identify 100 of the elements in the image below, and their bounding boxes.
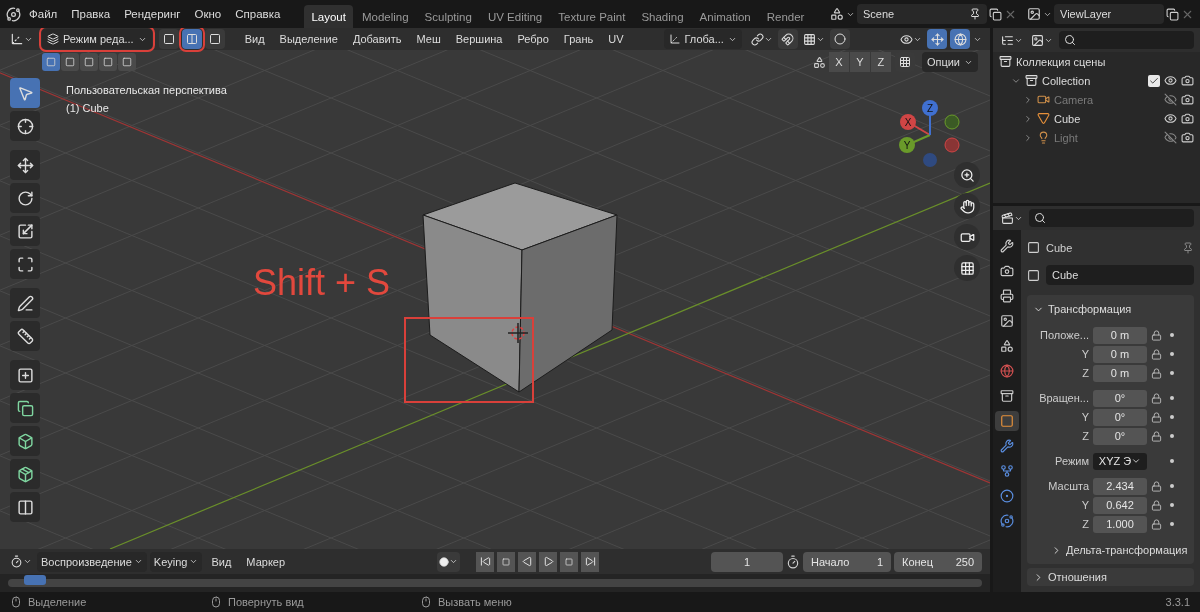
- tool-button[interactable]: [10, 111, 40, 141]
- jump-end-button[interactable]: [581, 551, 600, 572]
- camera-icon[interactable]: [1181, 93, 1194, 106]
- keyframe-dot[interactable]: [1170, 522, 1174, 526]
- select-operation-button[interactable]: [61, 53, 79, 71]
- workspace-tab[interactable]: Modeling: [354, 5, 416, 28]
- tool-button[interactable]: [10, 288, 40, 318]
- rotation-mode-dropdown[interactable]: XYZ Э: [1093, 452, 1147, 470]
- tool-button[interactable]: [10, 393, 40, 423]
- tool-button[interactable]: [10, 150, 40, 180]
- number-field[interactable]: 0°: [1093, 408, 1147, 426]
- shapes-icon[interactable]: [830, 7, 844, 21]
- number-field[interactable]: 2.434: [1093, 477, 1147, 495]
- shapes-icon[interactable]: [812, 55, 826, 69]
- workspace-tab[interactable]: Layout: [304, 5, 353, 28]
- playback-dropdown[interactable]: Воспроизведение: [37, 551, 147, 572]
- workspace-tab[interactable]: Animation: [692, 5, 758, 28]
- panel-header[interactable]: Отношения: [1027, 568, 1194, 586]
- header-menu-item[interactable]: Вид: [205, 553, 238, 570]
- lock-icon[interactable]: [1151, 348, 1162, 360]
- gizmo-button[interactable]: [927, 29, 947, 49]
- number-field[interactable]: 1.000: [1093, 515, 1147, 533]
- menu-item[interactable]: Окно: [188, 5, 228, 23]
- outliner-item[interactable]: Camera: [1054, 93, 1160, 106]
- scene-field[interactable]: Scene: [857, 4, 987, 24]
- camera-icon[interactable]: [1181, 131, 1194, 144]
- pin-icon[interactable]: [969, 8, 981, 20]
- snap-button[interactable]: [777, 29, 798, 49]
- menu-item[interactable]: Рендеринг: [118, 5, 187, 23]
- orientation-dropdown[interactable]: Глоба...: [663, 29, 742, 49]
- mode-dropdown[interactable]: Режим реда...: [42, 29, 152, 49]
- stopwatch-icon[interactable]: [786, 554, 800, 569]
- zoom-button[interactable]: [954, 162, 980, 188]
- overlays-button[interactable]: [950, 29, 970, 49]
- logo-icon[interactable]: [6, 6, 21, 22]
- tool-button[interactable]: [10, 360, 40, 390]
- tool-button[interactable]: [10, 183, 40, 213]
- select-mode-button[interactable]: [181, 29, 202, 49]
- outliner-item[interactable]: Cube: [1054, 112, 1160, 125]
- lock-icon[interactable]: [1151, 518, 1162, 530]
- lock-icon[interactable]: [1151, 329, 1162, 341]
- menu-item[interactable]: Файл: [23, 5, 64, 23]
- number-field[interactable]: 0.642: [1093, 496, 1147, 514]
- workspace-tab[interactable]: Shading: [634, 5, 691, 28]
- search-field[interactable]: [1029, 209, 1194, 227]
- keyframe-dot[interactable]: [1170, 484, 1174, 488]
- eye-icon[interactable]: [1164, 74, 1177, 87]
- playhead-marker[interactable]: [24, 575, 46, 585]
- outliner-item[interactable]: Light: [1054, 131, 1160, 144]
- keying-dropdown[interactable]: Keying: [149, 551, 203, 572]
- tool-button[interactable]: [10, 492, 40, 522]
- select-mode-button[interactable]: [158, 29, 179, 49]
- outliner-item[interactable]: Collection: [1042, 74, 1144, 87]
- record-button[interactable]: [437, 551, 461, 572]
- workspace-tab[interactable]: UV Editing: [480, 5, 550, 28]
- header-menu-item[interactable]: Меш: [410, 31, 447, 47]
- search-field[interactable]: [1059, 31, 1194, 49]
- header-menu-item[interactable]: UV: [602, 31, 630, 47]
- header-menu-item[interactable]: Вершина: [449, 31, 509, 47]
- prev-keyframe-button[interactable]: [497, 551, 516, 572]
- copy-icon[interactable]: [1166, 7, 1179, 21]
- collapsed-arrow-icon[interactable]: [1023, 94, 1033, 105]
- end-frame-field[interactable]: Конец 250: [894, 551, 982, 572]
- mirror-axis-toggle[interactable]: Y: [849, 52, 870, 72]
- collapsed-arrow-icon[interactable]: [1023, 132, 1033, 143]
- keyframe-dot[interactable]: [1170, 415, 1174, 419]
- panel-header[interactable]: Трансформация: [1033, 299, 1188, 319]
- grid-button[interactable]: [954, 255, 980, 281]
- navigation-gizmo-drawing[interactable]: X Y Z: [899, 100, 960, 167]
- play-reverse-button[interactable]: [518, 551, 537, 572]
- eye-off-icon[interactable]: [1164, 131, 1177, 144]
- lock-icon[interactable]: [1151, 430, 1162, 442]
- workspace-tab[interactable]: Render: [759, 5, 812, 28]
- keyframe-dot[interactable]: [1170, 459, 1174, 463]
- keyframe-dot[interactable]: [1170, 396, 1174, 400]
- keyframe-dot[interactable]: [1170, 352, 1174, 356]
- workspace-tab[interactable]: Texture Paint: [551, 5, 633, 28]
- outliner-item[interactable]: Коллекция сцены: [1016, 55, 1194, 68]
- object-name-field[interactable]: Cube: [1046, 265, 1194, 286]
- image-icon[interactable]: [1027, 7, 1041, 21]
- collapsed-arrow-icon[interactable]: [1023, 113, 1033, 124]
- menu-item[interactable]: Справка: [229, 5, 287, 23]
- proportional-button[interactable]: [829, 29, 850, 49]
- number-field[interactable]: 0°: [1093, 389, 1147, 407]
- eye-icon[interactable]: [1164, 112, 1177, 125]
- lock-icon[interactable]: [1151, 499, 1162, 511]
- header-menu-item[interactable]: Ребро: [511, 31, 555, 47]
- checkbox[interactable]: [1148, 74, 1160, 87]
- lock-icon[interactable]: [1151, 411, 1162, 423]
- tool-button[interactable]: [10, 459, 40, 489]
- header-menu-item[interactable]: Добавить: [346, 31, 408, 47]
- header-menu-item[interactable]: Выделение: [273, 31, 344, 47]
- number-field[interactable]: 0 m: [1093, 345, 1147, 363]
- view-layer-field[interactable]: ViewLayer: [1054, 4, 1164, 24]
- keyframe-dot[interactable]: [1170, 333, 1174, 337]
- select-mode-button[interactable]: [204, 29, 225, 49]
- select-operation-button[interactable]: [99, 53, 117, 71]
- jump-start-button[interactable]: [476, 551, 495, 572]
- lock-icon[interactable]: [1151, 392, 1162, 404]
- tool-button[interactable]: [10, 426, 40, 456]
